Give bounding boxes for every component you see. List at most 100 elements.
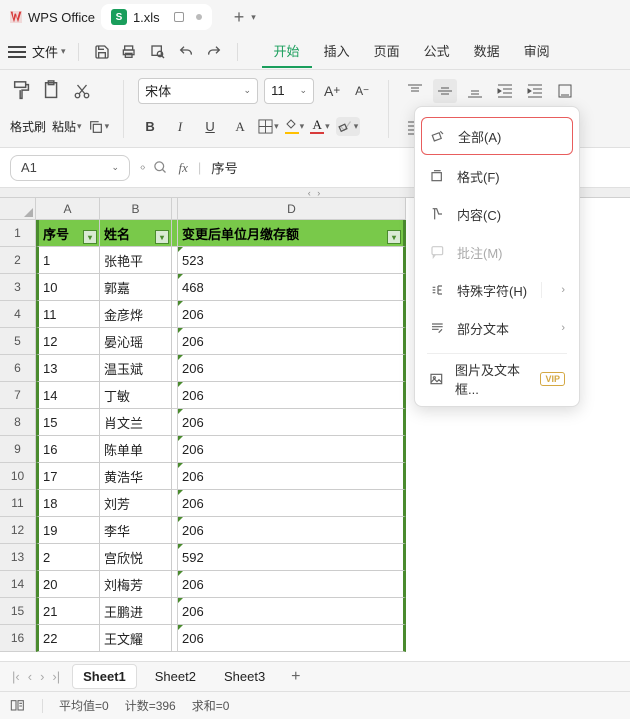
row-header[interactable]: 12 — [0, 517, 36, 544]
sheet-tab-3[interactable]: Sheet3 — [214, 665, 275, 688]
cell[interactable]: 李华 — [100, 517, 172, 544]
cell[interactable]: 18 — [36, 490, 100, 517]
cell[interactable]: 11 — [36, 301, 100, 328]
row-header[interactable]: 7 — [0, 382, 36, 409]
hamburger-icon[interactable] — [8, 46, 26, 58]
cell[interactable]: 10 — [36, 274, 100, 301]
tab-data[interactable]: 数据 — [462, 35, 512, 68]
col-header-a[interactable]: A — [36, 198, 100, 220]
align-top-icon[interactable] — [403, 79, 427, 103]
menu-clear-picture[interactable]: 图片及文本框... VIP — [415, 360, 579, 398]
border-button[interactable]: ▾ — [258, 119, 279, 134]
orientation-icon[interactable] — [553, 79, 577, 103]
tab-formula[interactable]: 公式 — [412, 35, 462, 68]
document-tab[interactable]: S 1.xls — [101, 4, 212, 30]
tab-start[interactable]: 开始 — [262, 35, 312, 68]
file-menu[interactable]: 文件▾ — [32, 42, 66, 61]
cell[interactable]: 张艳平 — [100, 247, 172, 274]
menu-clear-special[interactable]: 特殊字符(H) › — [415, 271, 579, 309]
menu-clear-content[interactable]: 内容(C) — [415, 195, 579, 233]
cell[interactable]: 14 — [36, 382, 100, 409]
print-icon[interactable] — [119, 41, 141, 63]
tab-insert[interactable]: 插入 — [312, 35, 362, 68]
cell[interactable]: 206 — [178, 571, 406, 598]
cell[interactable]: 13 — [36, 355, 100, 382]
cell[interactable]: 黄浩华 — [100, 463, 172, 490]
sheet-tab-2[interactable]: Sheet2 — [145, 665, 206, 688]
row-header[interactable]: 6 — [0, 355, 36, 382]
sheet-nav[interactable]: |‹‹››| — [8, 667, 64, 686]
cell[interactable]: 206 — [178, 382, 406, 409]
row-header[interactable]: 2 — [0, 247, 36, 274]
table-header-cell[interactable]: 序号▾ — [36, 220, 100, 247]
row-header[interactable]: 13 — [0, 544, 36, 571]
row-header[interactable]: 5 — [0, 328, 36, 355]
menu-clear-format[interactable]: 格式(F) — [415, 157, 579, 195]
cell[interactable]: 宫欣悦 — [100, 544, 172, 571]
mode-icon[interactable] — [10, 698, 26, 714]
cell[interactable]: 郭嘉 — [100, 274, 172, 301]
tab-review[interactable]: 审阅 — [512, 35, 562, 68]
cancel-formula-icon[interactable] — [153, 160, 168, 175]
cell[interactable]: 17 — [36, 463, 100, 490]
print-preview-icon[interactable] — [147, 41, 169, 63]
undo-icon[interactable] — [175, 41, 197, 63]
italic-button[interactable]: I — [168, 115, 192, 139]
cell[interactable]: 肖文兰 — [100, 409, 172, 436]
paste-icon[interactable] — [40, 79, 64, 103]
tab-page[interactable]: 页面 — [362, 35, 412, 68]
row-header[interactable]: 14 — [0, 571, 36, 598]
row-header[interactable]: 11 — [0, 490, 36, 517]
tab-overflow-icon[interactable]: ▾ — [251, 12, 256, 23]
cell[interactable]: 206 — [178, 355, 406, 382]
font-size-select[interactable]: 11⌄ — [264, 78, 314, 104]
format-painter-icon[interactable] — [10, 79, 34, 103]
cell[interactable]: 王文耀 — [100, 625, 172, 652]
copy-button[interactable]: ▾ — [88, 119, 110, 135]
table-header-cell[interactable]: 姓名▾ — [100, 220, 172, 247]
clear-format-button[interactable]: ▾ — [336, 117, 361, 136]
menu-clear-partial[interactable]: 部分文本 › — [415, 309, 579, 347]
cell[interactable]: 206 — [178, 301, 406, 328]
cell[interactable]: 592 — [178, 544, 406, 571]
sheet-tab-1[interactable]: Sheet1 — [72, 664, 137, 689]
table-header-cell[interactable]: 变更后单位月缴存额▾ — [178, 220, 406, 247]
resize-handle-icon[interactable]: ‹ › — [140, 162, 143, 173]
paste-label[interactable]: 粘贴▾ — [52, 118, 82, 135]
align-middle-icon[interactable] — [433, 79, 457, 103]
row-header[interactable]: 8 — [0, 409, 36, 436]
increase-font-icon[interactable]: A+ — [320, 79, 344, 103]
cell[interactable]: 12 — [36, 328, 100, 355]
cell[interactable]: 16 — [36, 436, 100, 463]
font-color-button[interactable]: A▾ — [310, 119, 330, 134]
row-header[interactable]: 4 — [0, 301, 36, 328]
decrease-indent-icon[interactable] — [493, 79, 517, 103]
row-header[interactable]: 15 — [0, 598, 36, 625]
increase-indent-icon[interactable] — [523, 79, 547, 103]
strikethrough-button[interactable]: A — [228, 115, 252, 139]
new-tab-button[interactable]: + — [234, 7, 245, 28]
cell[interactable]: 刘芳 — [100, 490, 172, 517]
add-sheet-button[interactable]: + — [283, 668, 308, 686]
fx-label[interactable]: fx — [178, 160, 187, 176]
cell[interactable]: 刘梅芳 — [100, 571, 172, 598]
col-header-b[interactable]: B — [100, 198, 172, 220]
save-icon[interactable] — [91, 41, 113, 63]
redo-icon[interactable] — [203, 41, 225, 63]
cell[interactable]: 15 — [36, 409, 100, 436]
row-header[interactable]: 3 — [0, 274, 36, 301]
cell[interactable]: 王鹏进 — [100, 598, 172, 625]
cell[interactable]: 21 — [36, 598, 100, 625]
cut-icon[interactable] — [70, 79, 94, 103]
col-header-d[interactable]: D — [178, 198, 406, 220]
name-box[interactable]: A1 ⌄ — [10, 155, 130, 181]
cell[interactable]: 206 — [178, 490, 406, 517]
cell[interactable]: 丁敏 — [100, 382, 172, 409]
cell[interactable]: 温玉斌 — [100, 355, 172, 382]
cell[interactable]: 206 — [178, 517, 406, 544]
cell[interactable]: 206 — [178, 463, 406, 490]
menu-clear-all[interactable]: 全部(A) — [421, 117, 573, 155]
cell[interactable]: 206 — [178, 598, 406, 625]
cell[interactable]: 金彦烨 — [100, 301, 172, 328]
cell[interactable]: 22 — [36, 625, 100, 652]
